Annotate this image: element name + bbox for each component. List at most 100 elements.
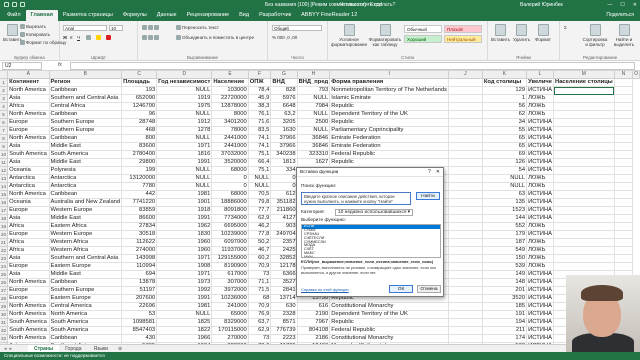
cell[interactable]: 38,3: [248, 102, 272, 111]
cell[interactable]: Emirate Federation: [329, 142, 450, 151]
cell[interactable]: South America: [7, 318, 50, 327]
tab-7[interactable]: Разработчик: [254, 10, 296, 21]
cell[interactable]: 442: [121, 190, 158, 199]
cell[interactable]: 76,1: [248, 110, 272, 119]
cell[interactable]: Central America: [49, 302, 123, 311]
cell[interactable]: North America: [7, 278, 50, 287]
cell[interactable]: Код столицы: [482, 78, 528, 87]
add-sheet-icon[interactable]: ⊕: [118, 346, 122, 352]
cell[interactable]: Население: [211, 78, 249, 87]
tab-6[interactable]: Вид: [234, 10, 254, 21]
cell[interactable]: 30518: [121, 230, 158, 239]
format-as-table-button[interactable]: Форматировать как таблицу: [368, 24, 402, 47]
cell[interactable]: 63: [482, 190, 528, 199]
cell[interactable]: 34: [482, 118, 528, 127]
cell[interactable]: [553, 110, 615, 119]
cell[interactable]: NULL: [156, 166, 213, 175]
cell[interactable]: Caribbean: [49, 278, 123, 287]
cell[interactable]: 191: [482, 310, 528, 319]
cell[interactable]: Antarctica: [49, 182, 123, 191]
cell[interactable]: 793: [297, 86, 331, 95]
cell[interactable]: 1971: [156, 270, 213, 279]
cell[interactable]: 46,2: [248, 222, 272, 231]
cell[interactable]: ИСТИНА: [526, 198, 555, 207]
cell[interactable]: 12178: [270, 262, 298, 271]
minimize-icon[interactable]: —: [607, 2, 612, 8]
row-header[interactable]: 18: [0, 214, 9, 223]
cell[interactable]: 2441000: [211, 134, 249, 143]
cell[interactable]: 7780: [121, 182, 158, 191]
find-button[interactable]: Найти: [416, 192, 440, 200]
cell[interactable]: 37966: [270, 142, 298, 151]
cell[interactable]: 75,1: [248, 166, 272, 175]
cell[interactable]: North America: [7, 310, 50, 319]
cell[interactable]: [448, 310, 483, 319]
cell[interactable]: ИСТИНА: [526, 214, 555, 223]
tab-3[interactable]: Формулы: [118, 10, 152, 21]
cell[interactable]: 13714: [270, 294, 298, 303]
cell[interactable]: NULL: [297, 126, 331, 135]
cell[interactable]: [448, 214, 483, 223]
cell[interactable]: 1098581: [121, 318, 158, 327]
cell[interactable]: 129: [482, 86, 528, 95]
column-header[interactable]: H: [297, 71, 331, 79]
cell[interactable]: ИСТИНА: [526, 230, 555, 239]
cell[interactable]: Asia: [7, 270, 50, 279]
row-header[interactable]: 25: [0, 270, 9, 279]
cell[interactable]: 50,2: [248, 238, 272, 247]
cell[interactable]: 71,6: [248, 118, 272, 127]
column-header[interactable]: I: [329, 71, 450, 79]
cell[interactable]: 112622: [121, 238, 158, 247]
cell[interactable]: 66,4: [248, 158, 272, 167]
cell[interactable]: [553, 142, 615, 151]
cell[interactable]: [448, 190, 483, 199]
cell[interactable]: Eastern Europe: [49, 262, 123, 271]
cell[interactable]: ИСТИНА: [526, 150, 555, 159]
cell[interactable]: 1971: [156, 142, 213, 151]
cell[interactable]: North America: [7, 110, 50, 119]
number-format-select[interactable]: Общий: [272, 25, 322, 31]
cell[interactable]: 22720000: [211, 94, 249, 103]
cell[interactable]: 5976: [270, 94, 298, 103]
cell[interactable]: 1630: [270, 126, 298, 135]
cell[interactable]: 539: [482, 262, 528, 271]
style-bad[interactable]: Плохой: [444, 25, 482, 33]
select-all-corner[interactable]: [0, 71, 9, 79]
cell[interactable]: 617000: [211, 270, 249, 279]
cell[interactable]: [614, 238, 634, 247]
name-box[interactable]: U2: [2, 62, 42, 70]
style-neutral[interactable]: Нейтральный: [444, 35, 482, 43]
cell[interactable]: [553, 126, 615, 135]
cell[interactable]: 179: [482, 230, 528, 239]
cell[interactable]: Eastern Europe: [49, 294, 123, 303]
cell[interactable]: NULL: [297, 94, 331, 103]
cell[interactable]: 334: [270, 166, 298, 175]
cell[interactable]: 36846: [297, 142, 331, 151]
cell[interactable]: NULL: [156, 110, 213, 119]
cell[interactable]: 45,9: [248, 94, 272, 103]
cell[interactable]: ЛОЖЬ: [526, 262, 555, 271]
cell[interactable]: [553, 262, 615, 271]
cell[interactable]: 2780400: [121, 150, 158, 159]
cell[interactable]: 0: [270, 182, 298, 191]
row-header[interactable]: 10: [0, 150, 9, 159]
cell[interactable]: ИСТИНА: [526, 318, 555, 327]
cell[interactable]: ЛОЖЬ: [526, 254, 555, 263]
align-left-button[interactable]: [142, 35, 159, 40]
cell[interactable]: [553, 150, 615, 159]
cell[interactable]: ИСТИНА: [526, 294, 555, 303]
row-header[interactable]: 24: [0, 262, 9, 271]
cell[interactable]: [614, 206, 634, 215]
cell[interactable]: Asia: [7, 94, 50, 103]
cell[interactable]: 187: [482, 238, 528, 247]
cell[interactable]: 1901: [156, 198, 213, 207]
cell[interactable]: Western Europe: [49, 206, 123, 215]
cell[interactable]: 3527: [270, 278, 298, 287]
cell[interactable]: [448, 286, 483, 295]
cell[interactable]: Население столицы: [553, 78, 615, 87]
find-select-button[interactable]: Найти и выделить: [610, 24, 638, 47]
cell[interactable]: 29800: [121, 158, 158, 167]
cell[interactable]: Republic: [329, 118, 450, 127]
cell[interactable]: [614, 222, 634, 231]
cell[interactable]: 10239000: [211, 230, 249, 239]
